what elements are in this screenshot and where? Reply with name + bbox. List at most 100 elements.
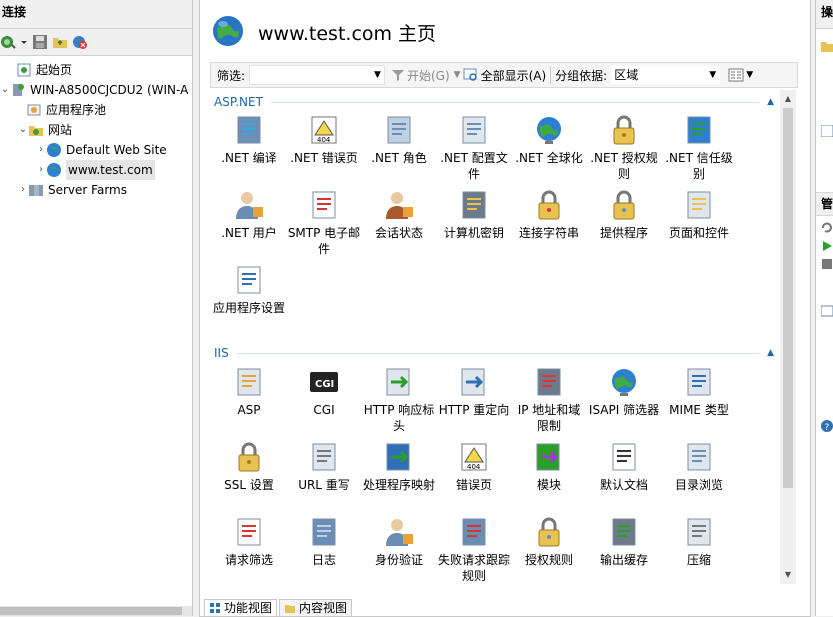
chevron-down-icon[interactable]: ▼ [454, 70, 461, 80]
groupby-select[interactable]: 区域 ▼ [611, 66, 721, 84]
tree-item-server-farms[interactable]: › Server Farms [18, 180, 127, 200]
chevron-down-icon[interactable]: ⌄ [0, 80, 10, 100]
request-filtering-icon [212, 516, 286, 548]
feature-url-rewrite[interactable]: URL 重写 [287, 441, 361, 493]
feature-net-users[interactable]: .NET 用户 [212, 189, 286, 241]
feature-net-roles[interactable]: .NET 角色 [362, 114, 436, 166]
logging-icon [287, 516, 361, 548]
tree-item-server[interactable]: ⌄ WIN-A8500CJCDU2 (WIN-A [0, 80, 189, 100]
chevron-right-icon[interactable]: › [36, 140, 46, 160]
feature-net-trust-levels[interactable]: .NET 信任级别 [662, 114, 736, 182]
feature-logging[interactable]: 日志 [287, 516, 361, 568]
explore-icon[interactable] [821, 40, 833, 52]
scrollbar-thumb[interactable] [0, 607, 182, 615]
disconnect-icon[interactable] [72, 34, 88, 50]
feature-label: .NET 配置文件 [440, 151, 508, 181]
tree-item-default-web-site[interactable]: › Default Web Site [36, 140, 167, 160]
help-icon[interactable]: ? [821, 420, 833, 432]
group-header-aspnet[interactable]: ASP.NET ▲ [214, 94, 774, 110]
tree-item-start-page[interactable]: 起始页 [6, 60, 72, 80]
svg-text:404: 404 [317, 136, 331, 144]
feature-ssl-settings[interactable]: SSL 设置 [212, 441, 286, 493]
dropdown-arrow-icon[interactable] [20, 34, 28, 50]
feature-label: .NET 信任级别 [665, 151, 733, 181]
feature-label: 会话状态 [374, 226, 423, 240]
feature-net-compilation[interactable]: .NET 编译 [212, 114, 286, 166]
feature-authentication[interactable]: 身份验证 [362, 516, 436, 568]
collapse-icon[interactable]: ▲ [767, 97, 774, 107]
feature-label: 目录浏览 [674, 478, 723, 492]
feature-request-filtering[interactable]: 请求筛选 [212, 516, 286, 568]
feature-label: SSL 设置 [224, 478, 274, 492]
feature-net-error-pages[interactable]: 404 .NET 错误页 [287, 114, 361, 166]
group-header-iis[interactable]: IIS ▲ [214, 345, 774, 361]
feature-output-caching[interactable]: 输出缓存 [587, 516, 661, 568]
feature-http-redirect[interactable]: HTTP 重定向 [437, 366, 511, 418]
chevron-down-icon[interactable]: ⌄ [18, 120, 28, 140]
feature-ip-restrictions[interactable]: IP 地址和域限制 [512, 366, 586, 434]
tree-item-www-test-com[interactable]: › www.test.com [36, 160, 155, 180]
tab-features-view[interactable]: 功能视图 [204, 599, 278, 616]
feature-asp[interactable]: ASP [212, 366, 286, 418]
connect-icon[interactable] [0, 34, 16, 50]
start-icon[interactable] [821, 240, 833, 252]
feature-label: 连接字符串 [518, 226, 579, 240]
show-all-button[interactable]: 全部显示(A) [463, 67, 546, 84]
feature-app-settings[interactable]: 应用程序设置 [212, 264, 286, 316]
feature-mime-types[interactable]: MIME 类型 [662, 366, 736, 418]
feature-isapi-filters[interactable]: ISAPI 筛选器 [587, 366, 661, 418]
feature-session-state[interactable]: 会话状态 [362, 189, 436, 241]
stop-icon[interactable] [821, 258, 833, 270]
globe-icon [46, 142, 62, 158]
feature-label: ISAPI 筛选器 [588, 403, 660, 417]
chevron-down-icon[interactable]: ▼ [374, 70, 381, 80]
feature-compression[interactable]: 压缩 [662, 516, 736, 568]
connections-toolbar [0, 29, 192, 56]
feature-net-profile[interactable]: .NET 配置文件 [437, 114, 511, 182]
edit-permissions-icon[interactable] [821, 125, 833, 137]
feature-label: 身份验证 [374, 553, 423, 567]
feature-cgi[interactable]: CGI CGI [287, 366, 361, 418]
feature-http-response-headers[interactable]: HTTP 响应标头 [362, 366, 436, 434]
tree-item-app-pools[interactable]: 应用程序池 [26, 100, 106, 120]
filter-input[interactable] [254, 66, 373, 84]
start-filter-button[interactable]: 开始(G) [391, 67, 450, 84]
feature-smtp-email[interactable]: SMTP 电子邮件 [287, 189, 361, 257]
tab-content-view[interactable]: 内容视图 [279, 599, 353, 616]
feature-modules[interactable]: 模块 [512, 441, 586, 493]
vertical-scrollbar[interactable]: ▲ ▼ [780, 90, 796, 584]
feature-machine-key[interactable]: 计算机密钥 [437, 189, 511, 241]
tree-item-sites[interactable]: ⌄ 网站 [18, 120, 72, 140]
save-icon[interactable] [32, 34, 48, 50]
feature-handler-mappings[interactable]: 处理程序映射 [362, 441, 436, 493]
horizontal-scrollbar[interactable] [0, 606, 192, 616]
authorization-rules-icon [512, 516, 586, 548]
feature-providers[interactable]: 提供程序 [587, 189, 661, 241]
scroll-down-icon[interactable]: ▼ [780, 568, 796, 582]
app-settings-icon [212, 264, 286, 296]
feature-failed-request-tracing[interactable]: 失败请求跟踪规则 [437, 516, 511, 584]
scroll-up-icon[interactable]: ▲ [780, 92, 796, 106]
chevron-right-icon[interactable]: › [18, 180, 28, 200]
feature-label: ASP [237, 403, 261, 417]
collapse-icon[interactable]: ▲ [767, 348, 774, 358]
feature-authorization-rules[interactable]: 授权规则 [512, 516, 586, 568]
chevron-right-icon[interactable]: › [36, 160, 46, 180]
modules-icon [512, 441, 586, 473]
view-mode-button[interactable]: ▼ [728, 68, 753, 82]
feature-net-authorization[interactable]: .NET 授权规则 [587, 114, 661, 182]
filter-input-box[interactable]: ▼ [249, 65, 385, 85]
feature-pages-controls[interactable]: 页面和控件 [662, 189, 736, 241]
feature-directory-browsing[interactable]: 目录浏览 [662, 441, 736, 493]
browse-icon[interactable] [821, 305, 833, 317]
feature-connection-strings[interactable]: 连接字符串 [512, 189, 586, 241]
feature-net-globalization[interactable]: .NET 全球化 [512, 114, 586, 166]
restart-icon[interactable] [821, 222, 833, 234]
feature-list: ASP.NET ▲ IIS ▲ .NET 编译 404 .NET 错误页 .NET 角… [210, 90, 796, 584]
scrollbar-thumb[interactable] [783, 108, 793, 488]
chevron-down-icon[interactable]: ▼ [709, 66, 716, 84]
feature-error-pages[interactable]: 404 错误页 [437, 441, 511, 493]
up-folder-icon[interactable] [52, 34, 68, 50]
feature-default-document[interactable]: 默认文档 [587, 441, 661, 493]
page-header: www.test.com 主页 [200, 8, 436, 56]
